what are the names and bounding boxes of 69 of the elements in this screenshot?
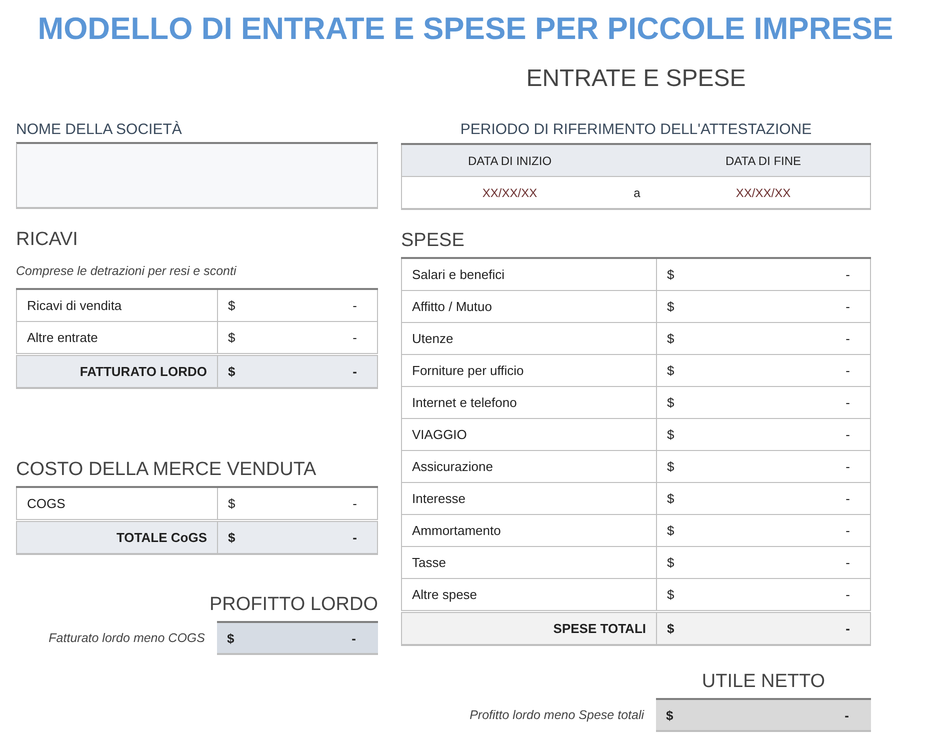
date-separator: a: [634, 186, 640, 200]
currency-symbol: $: [228, 364, 236, 379]
section-heading: UTILE NETTO: [700, 670, 826, 694]
currency-symbol: $: [667, 459, 674, 474]
amount-value: -: [846, 299, 850, 314]
section-title: ENTRATE E SPESE: [525, 64, 747, 94]
amount-value: -: [352, 298, 357, 313]
total-label: TOTALE CoGS: [16, 520, 218, 554]
column-header: DATA DI INIZIO: [402, 144, 618, 176]
row-label: Ammortamento: [402, 514, 656, 546]
amount-value: -: [846, 395, 850, 410]
amount-value: -: [846, 491, 850, 506]
currency-symbol: $: [228, 530, 236, 545]
total-label: SPESE TOTALI: [402, 612, 656, 645]
amount-value: -: [846, 331, 850, 346]
currency-symbol: $: [667, 395, 674, 410]
row-label: Ricavi di vendita: [16, 289, 218, 322]
currency-symbol: $: [667, 331, 674, 346]
column-header: DATA DI FINE: [656, 144, 870, 176]
company-name-field[interactable]: [16, 142, 378, 209]
currency-symbol: $: [667, 555, 674, 570]
section-heading: SPESE: [401, 229, 466, 253]
section-heading: RICAVI: [16, 228, 79, 252]
currency-symbol: $: [667, 523, 674, 538]
currency-symbol: $: [667, 363, 674, 378]
amount-value: -: [846, 427, 850, 442]
section-note: Fatturato lordo meno COGS: [48, 631, 205, 645]
currency-symbol: $: [667, 621, 674, 636]
gross-profit-total: $ -: [217, 621, 378, 655]
row-label: Tasse: [402, 546, 656, 578]
amount-value: -: [846, 523, 850, 538]
page-title: MODELLO DI ENTRATE E SPESE PER PICCOLE IMPRESE: [36, 10, 894, 48]
row-label: Interesse: [402, 482, 656, 514]
currency-symbol: $: [667, 587, 674, 602]
amount-value: -: [846, 459, 850, 474]
section-note: Comprese le detrazioni per resi e sconti: [16, 263, 238, 280]
row-label: COGS: [16, 487, 218, 520]
amount-value: -: [846, 267, 850, 282]
section-note: Profitto lordo meno Spese totali: [470, 708, 644, 722]
currency-symbol: $: [228, 330, 236, 345]
currency-symbol: $: [667, 427, 674, 442]
currency-symbol: $: [667, 491, 674, 506]
currency-symbol: $: [228, 496, 236, 511]
amount-value: -: [352, 530, 357, 545]
field-label: PERIODO DI RIFERIMENTO DELL'ATTESTAZIONE: [460, 120, 812, 140]
field-label: NOME DELLA SOCIETÀ: [16, 120, 183, 140]
currency-symbol: $: [667, 267, 674, 282]
row-label: Salari e benefici: [402, 258, 656, 290]
section-heading: PROFITTO LORDO: [209, 593, 378, 617]
row-label: Affitto / Mutuo: [402, 290, 656, 322]
amount-value: -: [846, 363, 850, 378]
total-label: FATTURATO LORDO: [16, 354, 218, 388]
row-label: Forniture per ufficio: [402, 354, 656, 386]
row-label: Internet e telefono: [402, 386, 656, 418]
row-label: Assicurazione: [402, 450, 656, 482]
amount-value: -: [352, 330, 357, 345]
amount-value: -: [846, 555, 850, 570]
net-income-total: $ -: [656, 698, 871, 732]
currency-symbol: $: [667, 299, 674, 314]
row-label: Utenze: [402, 322, 656, 354]
amount-value: -: [352, 496, 357, 511]
amount-value: -: [352, 364, 357, 379]
amount-value: -: [846, 587, 850, 602]
row-label: Altre spese: [402, 578, 656, 612]
currency-symbol: $: [228, 298, 236, 313]
row-label: Altre entrate: [16, 322, 218, 354]
amount-value: -: [846, 621, 850, 636]
row-label: VIAGGIO: [402, 418, 656, 450]
section-heading: COSTO DELLA MERCE VENDUTA: [16, 458, 318, 482]
